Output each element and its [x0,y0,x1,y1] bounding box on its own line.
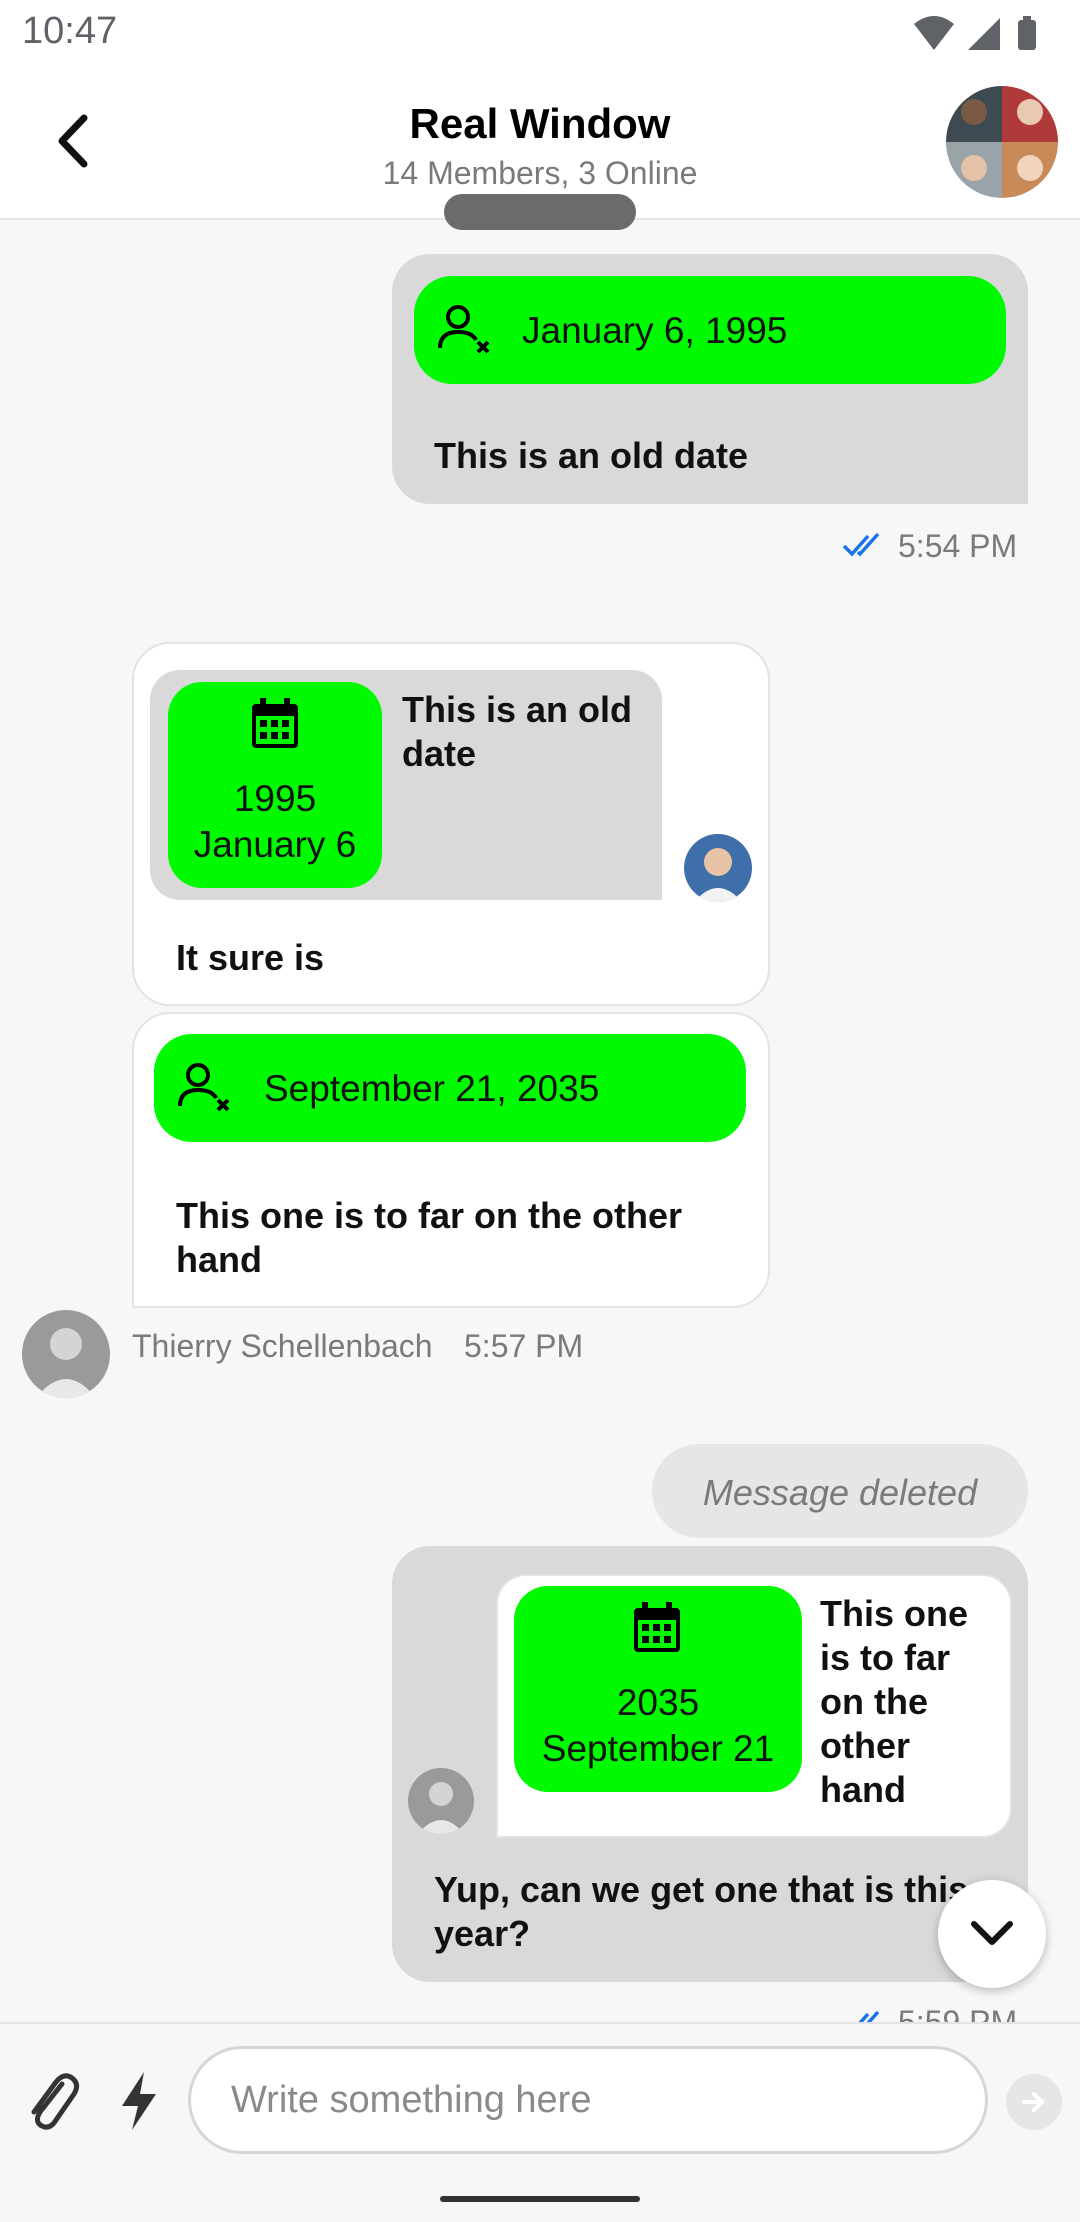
message-input[interactable] [191,2049,985,2151]
message-time: 5:59 PM [898,2004,1018,2022]
message-input-box[interactable] [188,2046,988,2154]
message-text: This is an old date [434,435,749,476]
message-time: 5:54 PM [898,528,1018,564]
message-text: Yup, can we get one that is this year? [434,1869,969,1954]
avatar[interactable] [408,1768,474,1834]
date-separator [444,194,636,230]
read-receipt-icon [842,532,880,557]
message-time: 5:57 PM [464,1328,584,1364]
battery-icon [1018,20,1036,50]
group-avatar[interactable] [946,86,1058,198]
home-indicator[interactable] [440,2196,640,2202]
channel-subtitle: 14 Members, 3 Online [382,155,698,191]
attachment-year: 2035 [616,1682,700,1723]
read-receipt-icon [858,2010,880,2022]
calendar-icon [634,1602,680,1652]
message-meta-row: 5:59 PM [842,2002,1028,2022]
user-remove-icon [438,305,490,354]
wifi-icon [914,16,954,50]
scroll-to-bottom-button[interactable] [938,1880,1046,1988]
attachment-day: January 6 [193,824,357,865]
status-time: 10:47 [22,10,118,52]
signal-icon [968,18,1000,50]
deleted-message-text: Message deleted [702,1472,978,1513]
user-remove-icon [178,1063,230,1112]
channel-title: Real Window [409,100,671,147]
calendar-icon [252,698,298,748]
sender-name: Thierry Schellenbach [132,1328,433,1364]
message-text: It sure is [176,937,325,978]
attachment-date: January 6, 1995 [522,310,788,351]
attachment-day: September 21 [541,1728,775,1769]
attachment-icon[interactable] [22,2066,84,2136]
sender-avatar[interactable] [22,1310,110,1398]
commands-bolt-icon[interactable] [116,2070,162,2132]
send-button[interactable] [1006,2074,1062,2130]
quoted-text: This one is to far on the other hand [820,1593,969,1810]
send-arrow-icon [1022,2092,1044,2112]
quoted-text: This is an old date [402,689,633,774]
chevron-down-icon [971,1921,1013,1945]
avatar[interactable] [684,834,752,902]
attachment-date: September 21, 2035 [264,1068,600,1109]
status-icons [914,16,1036,50]
attachment-year: 1995 [233,778,317,819]
message-text: This one is to far on the other hand [176,1195,683,1280]
